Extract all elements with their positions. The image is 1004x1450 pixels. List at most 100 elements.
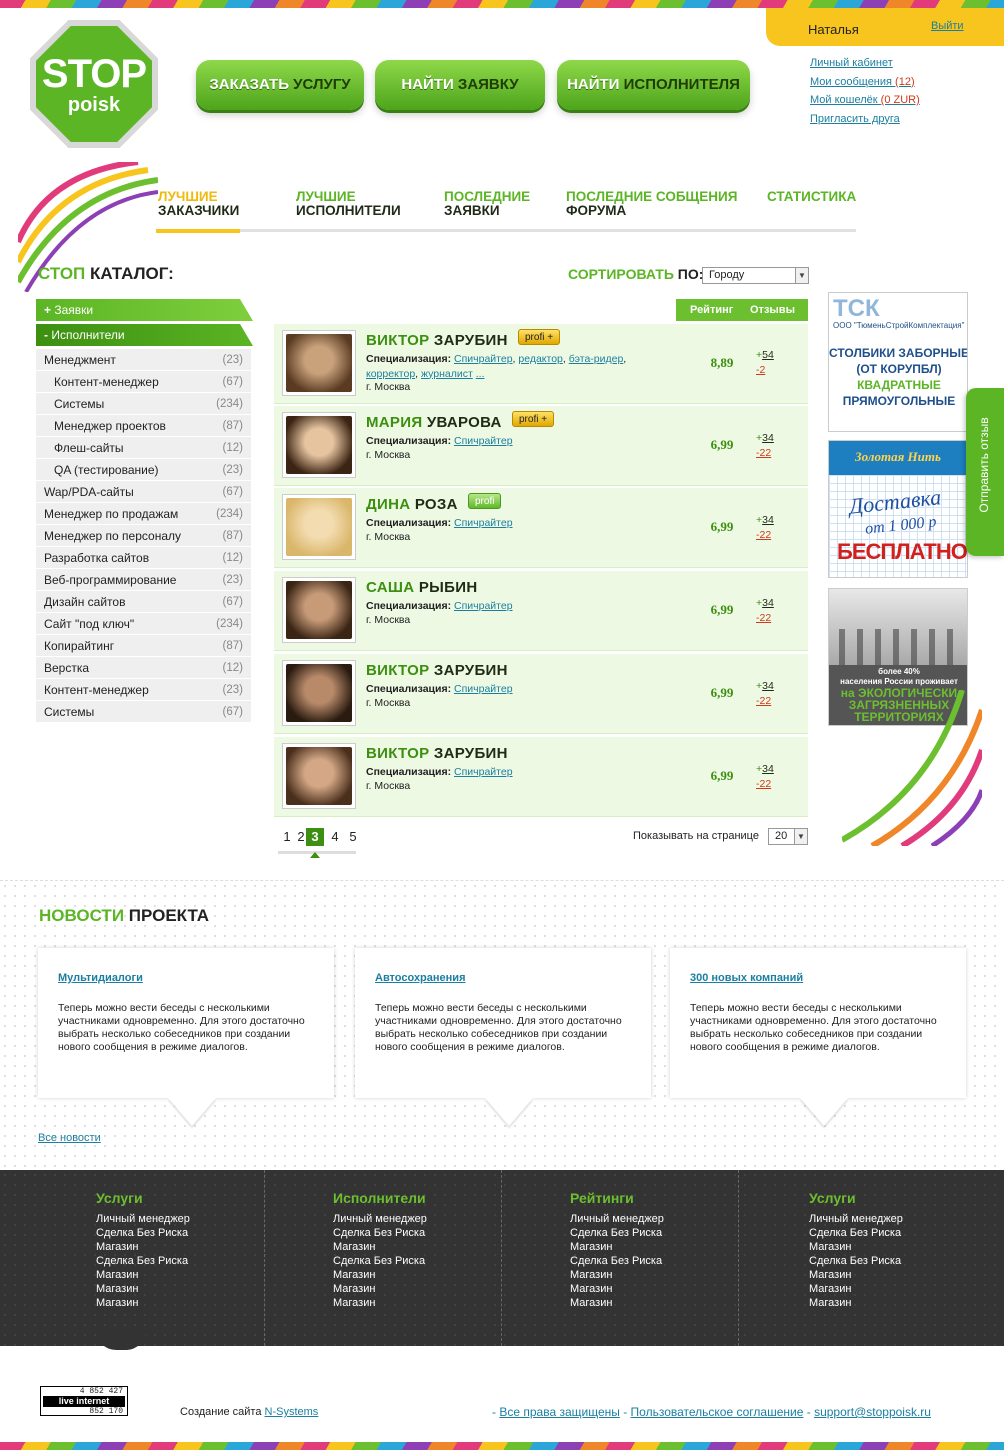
negative-reviews-link[interactable]: -22 — [756, 695, 771, 707]
ad-banner-tsk[interactable]: ТСК ООО "ТюменьСтройКомплектация" СТОЛБИ… — [828, 292, 968, 432]
spec-link[interactable]: Спичрайтер — [454, 517, 513, 529]
sidebar-item[interactable]: Дизайн сайтов (67) — [36, 591, 251, 613]
feedback-tab[interactable]: Отправить отзыв — [966, 388, 1004, 556]
footer-link[interactable]: Магазин — [96, 1296, 332, 1310]
col-rating[interactable]: Рейтинг — [690, 299, 733, 321]
sidebar-item[interactable]: Контент-менеджер (67) — [36, 371, 251, 393]
agreement-link[interactable]: Пользовательское соглашение — [631, 1405, 804, 1419]
footer-link[interactable]: Магазин — [809, 1240, 1004, 1254]
footer-link[interactable]: Магазин — [809, 1268, 1004, 1282]
credit-link[interactable]: N-Systems — [265, 1406, 319, 1418]
footer-link[interactable]: Магазин — [570, 1240, 806, 1254]
sidebar-item[interactable]: Веб-программирование (23) — [36, 569, 251, 591]
spec-link[interactable]: Спичрайтер — [454, 766, 513, 778]
performer-row[interactable]: ВИКТОР ЗАРУБИН Специализация: Спичрайтер г… — [274, 737, 808, 817]
sidebar-item[interactable]: Системы (234) — [36, 393, 251, 415]
performer-row[interactable]: МАРИЯ УВАРОВА profi + Специализация: Спичр… — [274, 406, 808, 486]
sidebar-item[interactable]: Контент-менеджер (23) — [36, 679, 251, 701]
sidebar-item[interactable]: Wap/PDA-сайты (67) — [36, 481, 251, 503]
performer-row[interactable]: ВИКТОР ЗАРУБИН Специализация: Спичрайтер г… — [274, 654, 808, 734]
sidebar-item[interactable]: QA (тестирование) (23) — [36, 459, 251, 481]
performer-name[interactable]: ВИКТОР ЗАРУБИН — [366, 745, 508, 762]
negative-reviews-link[interactable]: -22 — [756, 612, 771, 624]
performer-name[interactable]: ДИНА РОЗА — [366, 496, 458, 513]
avatar[interactable] — [282, 330, 356, 396]
page-link[interactable]: 5 — [344, 828, 362, 846]
rights-link[interactable]: Все права защищены — [499, 1405, 620, 1419]
avatar[interactable] — [282, 494, 356, 560]
find-request-button[interactable]: НАЙТИ ЗАЯВКУ — [375, 60, 545, 110]
performer-row[interactable]: ДИНА РОЗА profi Специализация: Спичрайтер г… — [274, 488, 808, 568]
negative-reviews-link[interactable]: -2 — [756, 364, 765, 376]
spec-link[interactable]: бэта-ридер — [569, 353, 624, 365]
col-reviews[interactable]: Отзывы — [750, 299, 795, 321]
positive-reviews-link[interactable]: 34 — [762, 763, 774, 775]
performer-name[interactable]: ВИКТОР ЗАРУБИН — [366, 332, 508, 349]
sidebar-head-performers[interactable]: - Исполнители — [36, 324, 253, 346]
sidebar-item[interactable]: Разработка сайтов (12) — [36, 547, 251, 569]
footer-link[interactable]: Сделка Без Риска — [96, 1226, 332, 1240]
sidebar-item[interactable]: Верстка (12) — [36, 657, 251, 679]
tab-best-customers[interactable]: ЛУЧШИЕ ЗАКАЗЧИКИ — [158, 190, 239, 218]
sidebar-item[interactable]: Менеджер проектов (87) — [36, 415, 251, 437]
spec-link[interactable]: редактор — [518, 353, 563, 365]
find-performer-button[interactable]: НАЙТИ ИСПОЛНИТЕЛЯ — [557, 60, 750, 110]
news-card-title[interactable]: Мультидиалоги — [58, 972, 143, 984]
footer-link[interactable]: Сделка Без Риска — [333, 1254, 569, 1268]
wallet-link[interactable]: Мой кошелёк (0 ZUR) — [810, 91, 920, 110]
footer-link[interactable]: Сделка Без Риска — [570, 1254, 806, 1268]
order-service-button[interactable]: ЗАКАЗАТЬ УСЛУГУ — [196, 60, 364, 110]
page-link[interactable]: 4 — [326, 828, 344, 846]
footer-link[interactable]: Магазин — [809, 1296, 1004, 1310]
footer-link[interactable]: Личный менеджер — [333, 1212, 569, 1226]
avatar[interactable] — [282, 412, 356, 478]
ad-banner-zolotaya-nit[interactable]: Золотая Нить Доставка от 1 000 р БЕСПЛАТ… — [828, 440, 968, 578]
spec-link[interactable]: Спичрайтер — [454, 600, 513, 612]
liveinternet-counter[interactable]: 4 852 427 live internet 852 170 — [40, 1386, 128, 1416]
footer-link[interactable]: Магазин — [809, 1282, 1004, 1296]
performer-row[interactable]: ВИКТОР ЗАРУБИН profi + Специализация: Спич… — [274, 324, 808, 404]
footer-link[interactable]: Магазин — [333, 1240, 569, 1254]
page-link[interactable]: 3 — [306, 828, 324, 846]
footer-link[interactable]: Сделка Без Риска — [333, 1226, 569, 1240]
sidebar-item[interactable]: Менеджер по персоналу (87) — [36, 525, 251, 547]
spec-link[interactable]: журналист — [421, 368, 473, 380]
performer-name[interactable]: МАРИЯ УВАРОВА — [366, 414, 502, 431]
footer-link[interactable]: Магазин — [333, 1282, 569, 1296]
sidebar-head-requests[interactable]: + Заявки — [36, 299, 253, 321]
footer-link[interactable]: Сделка Без Риска — [809, 1254, 1004, 1268]
perpage-select[interactable]: 20 ▼ — [768, 828, 808, 845]
logout-link[interactable]: Выйти — [931, 20, 964, 32]
performer-name[interactable]: САША РЫБИН — [366, 579, 477, 596]
spec-link[interactable]: корректор — [366, 368, 415, 380]
tab-statistics[interactable]: СТАТИСТИКА — [767, 190, 856, 204]
footer-link[interactable]: Магазин — [570, 1296, 806, 1310]
positive-reviews-link[interactable]: 34 — [762, 432, 774, 444]
all-news-link[interactable]: Все новости — [38, 1132, 101, 1144]
tab-best-performers[interactable]: ЛУЧШИЕ ИСПОЛНИТЕЛИ — [296, 190, 401, 218]
performer-name[interactable]: ВИКТОР ЗАРУБИН — [366, 662, 508, 679]
spec-link[interactable]: Спичрайтер — [454, 683, 513, 695]
footer-link[interactable]: Сделка Без Риска — [96, 1254, 332, 1268]
footer-link[interactable]: Личный менеджер — [96, 1212, 332, 1226]
footer-link[interactable]: Магазин — [570, 1268, 806, 1282]
sidebar-item[interactable]: Менеджер по продажам (234) — [36, 503, 251, 525]
performer-row[interactable]: САША РЫБИН Специализация: Спичрайтер г. Мо… — [274, 571, 808, 651]
sidebar-item[interactable]: Копирайтинг (87) — [36, 635, 251, 657]
tab-forum-posts[interactable]: ПОСЛЕДНИЕ СОБЩЕНИЯ ФОРУМА — [566, 190, 737, 218]
spec-link[interactable]: Спичрайтер — [454, 435, 513, 447]
news-card-title[interactable]: Автосохранения — [375, 972, 465, 984]
positive-reviews-link[interactable]: 34 — [762, 680, 774, 692]
positive-reviews-link[interactable]: 54 — [762, 349, 774, 361]
footer-link[interactable]: Личный менеджер — [809, 1212, 1004, 1226]
support-email-link[interactable]: support@stoppoisk.ru — [814, 1405, 931, 1419]
negative-reviews-link[interactable]: -22 — [756, 778, 771, 790]
sidebar-item[interactable]: Флеш-сайты (12) — [36, 437, 251, 459]
positive-reviews-link[interactable]: 34 — [762, 597, 774, 609]
negative-reviews-link[interactable]: -22 — [756, 447, 771, 459]
spec-link[interactable]: Спичрайтер — [454, 353, 513, 365]
footer-link[interactable]: Магазин — [96, 1282, 332, 1296]
footer-link[interactable]: Магазин — [333, 1296, 569, 1310]
spec-more-link[interactable]: ... — [476, 368, 485, 380]
tab-latest-requests[interactable]: ПОСЛЕДНИЕ ЗАЯВКИ — [444, 190, 530, 218]
